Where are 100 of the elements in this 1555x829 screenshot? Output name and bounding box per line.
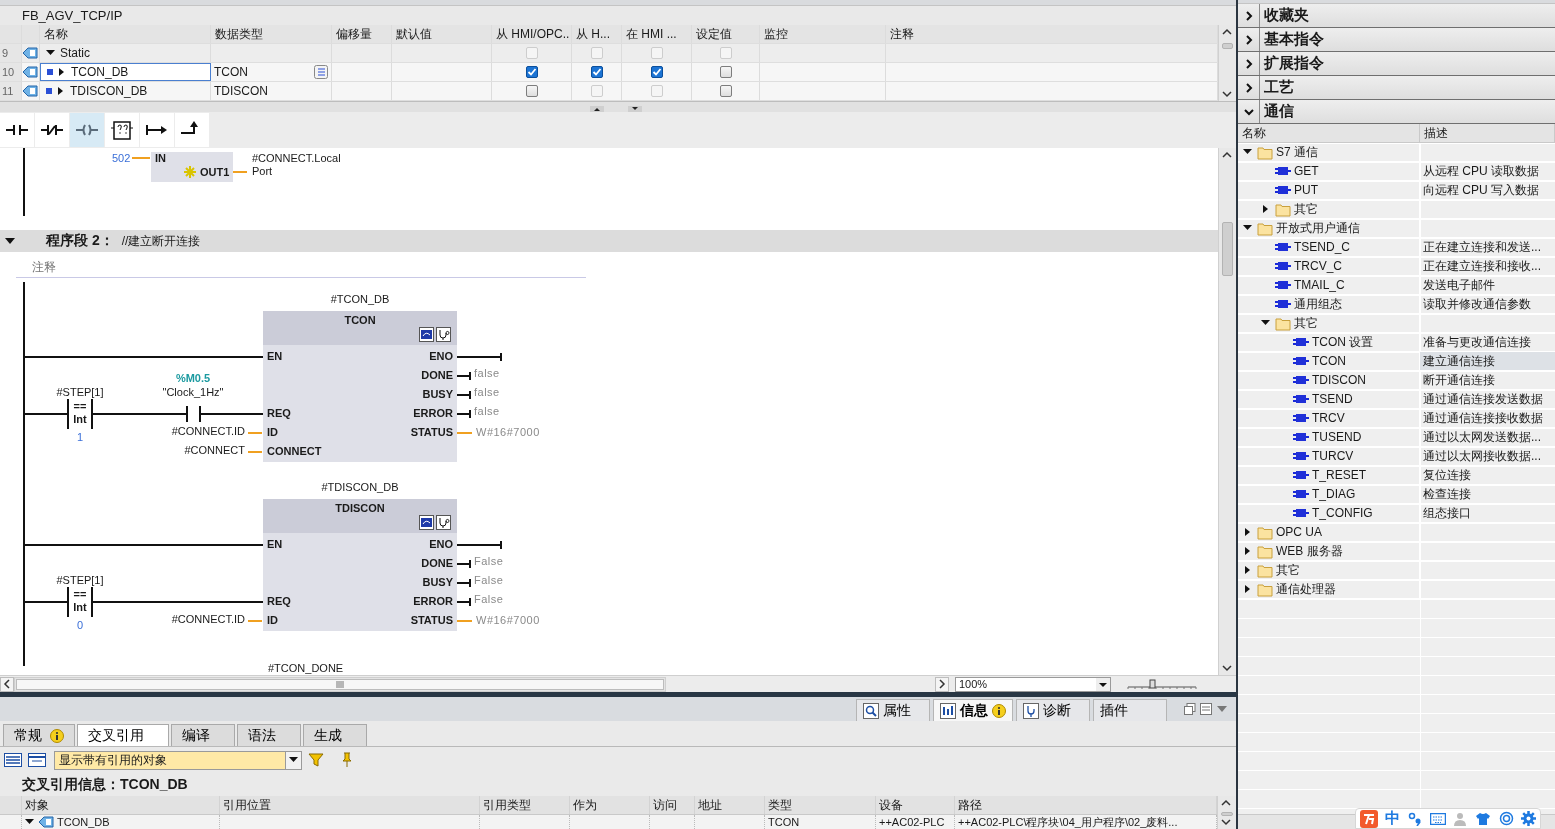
tree-row[interactable]: 开放式用户通信 — [1238, 219, 1555, 238]
column-header[interactable]: 描述 — [1420, 124, 1555, 142]
tree-row[interactable]: OPC UA — [1238, 523, 1555, 542]
column-header[interactable]: 名称 — [1238, 124, 1420, 142]
table-view-icon[interactable] — [28, 752, 46, 768]
tree-row[interactable]: T_DIAG 检查连接 — [1238, 485, 1555, 504]
column-header[interactable]: 数据类型 — [211, 25, 332, 43]
tree-row[interactable]: WEB 服务器 — [1238, 542, 1555, 561]
tree-row[interactable]: S7 通信 — [1238, 143, 1555, 162]
tree-row[interactable]: TMAIL_C 发送电子邮件 — [1238, 276, 1555, 295]
checkbox[interactable] — [650, 66, 663, 78]
function-block[interactable]: TDISCON EN REQ ID ENO DONE BUSY ERROR STATUS — [263, 499, 457, 631]
scrollbar-thumb[interactable] — [1222, 43, 1233, 49]
filter-dropdown[interactable]: 显示带有引用的对象 — [54, 750, 302, 770]
info-icon[interactable] — [940, 702, 956, 719]
collapse-arrow-icon[interactable] — [1261, 318, 1271, 328]
scrollbar-thumb[interactable] — [1221, 812, 1233, 816]
checkbox[interactable] — [719, 85, 732, 97]
keyboard-icon[interactable] — [1429, 812, 1446, 825]
palette-header[interactable]: 扩展指令 — [1238, 52, 1555, 76]
tree-row[interactable]: GET 从远程 CPU 读取数据 — [1238, 162, 1555, 181]
shirt-icon[interactable] — [1474, 811, 1491, 826]
column-header[interactable]: 访问 — [650, 796, 695, 814]
table-row[interactable]: TCON_DB TCON ++AC02-PLC ++AC02-PLC\程序块\04_用户程序\02_废料... — [0, 815, 1217, 829]
zoom-field[interactable]: 100% — [955, 676, 1111, 692]
tree-row[interactable]: TURCV 通过以太网接收数据... — [1238, 447, 1555, 466]
palette-header[interactable]: 通信 — [1238, 100, 1555, 124]
checkbox[interactable] — [590, 66, 603, 78]
column-header[interactable]: 引用类型 — [480, 796, 570, 814]
inspector-tab[interactable]: 信息 — [933, 699, 1013, 721]
restore-icon[interactable] — [1184, 703, 1196, 715]
tree-row[interactable]: 其它 — [1238, 314, 1555, 333]
stethoscope-icon[interactable] — [436, 327, 451, 342]
palette-header[interactable]: 收藏夹 — [1238, 4, 1555, 28]
checkbox[interactable] — [719, 66, 732, 78]
tab[interactable]: 生成 — [303, 724, 367, 746]
name-cell[interactable]: Static — [40, 44, 211, 62]
tree-row[interactable]: T_CONFIG 组态接口 — [1238, 504, 1555, 523]
settings-icon[interactable] — [1521, 811, 1537, 826]
tab[interactable]: 常规 — [3, 724, 75, 746]
column-header[interactable]: 监控 — [760, 25, 886, 43]
column-header[interactable]: 从 H... — [572, 25, 622, 43]
list-view-icon[interactable] — [4, 752, 22, 768]
checkbox[interactable] — [525, 85, 538, 97]
knot-icon[interactable] — [1498, 811, 1514, 826]
splitter-down-icon[interactable] — [628, 106, 642, 112]
tree-row[interactable]: TCON 建立通信连接 — [1238, 352, 1555, 371]
column-header[interactable]: 类型 — [765, 796, 876, 814]
tree-row[interactable]: TRCV_C 正在建立连接和接收... — [1238, 257, 1555, 276]
filter-icon[interactable] — [308, 752, 324, 768]
punctuation-icon[interactable] — [1408, 811, 1423, 826]
column-header[interactable]: 引用位置 — [220, 796, 480, 814]
pin-icon[interactable] — [340, 752, 354, 768]
scroll-left-button[interactable] — [0, 676, 14, 692]
column-header[interactable]: 设备 — [876, 796, 955, 814]
list-icon[interactable] — [314, 65, 328, 79]
palette-header[interactable]: 工艺 — [1238, 76, 1555, 100]
tree-row[interactable]: 其它 — [1238, 200, 1555, 219]
collapse-arrow-icon[interactable] — [1243, 147, 1253, 157]
scrollbar-thumb[interactable] — [1222, 222, 1233, 276]
inspector-tab[interactable]: 诊断 — [1016, 699, 1090, 721]
name-cell[interactable]: TCON_DB — [40, 63, 211, 81]
column-header[interactable]: 对象 — [22, 796, 220, 814]
network-header[interactable]: 程序段 2： //建立断开连接 — [0, 230, 1218, 252]
collapse-arrow-icon[interactable] — [25, 817, 35, 827]
collapse-arrow-icon[interactable] — [46, 48, 56, 58]
tree-row[interactable]: 其它 — [1238, 561, 1555, 580]
palette-header[interactable]: 基本指令 — [1238, 28, 1555, 52]
inspector-tab[interactable]: 插件 — [1093, 699, 1167, 721]
tab[interactable]: 语法 — [237, 724, 301, 746]
zoom-slider[interactable] — [1127, 678, 1197, 690]
ime-toolbar[interactable]: 中 — [1355, 808, 1541, 829]
tree-row[interactable]: TSEND 通过通信连接发送数据 — [1238, 390, 1555, 409]
magnifier-icon[interactable] — [863, 702, 879, 719]
column-header[interactable]: 从 HMI/OPC.. — [492, 25, 572, 43]
column-header[interactable]: 设定值 — [692, 25, 760, 43]
tab[interactable]: 交叉引用 — [77, 724, 169, 746]
function-block[interactable]: TCON EN REQ ID CONNECT ENO DONE BUSY ERROR STATUS — [263, 311, 457, 462]
tree-row[interactable]: 通用组态 读取并修改通信参数 — [1238, 295, 1555, 314]
vertical-scrollbar[interactable] — [1217, 796, 1236, 829]
block-icon[interactable] — [419, 327, 434, 342]
column-header[interactable]: 默认值 — [392, 25, 492, 43]
collapse-arrow-icon[interactable] — [1243, 223, 1253, 233]
vertical-scrollbar[interactable] — [1218, 25, 1236, 101]
tree-row[interactable]: TDISCON 断开通信连接 — [1238, 371, 1555, 390]
tree-row[interactable]: T_RESET 复位连接 — [1238, 466, 1555, 485]
column-header[interactable]: 地址 — [695, 796, 765, 814]
app-logo-icon[interactable] — [1359, 809, 1378, 828]
inspector-tab[interactable]: 属性 — [856, 699, 930, 721]
stethoscope-icon[interactable] — [1023, 702, 1039, 719]
scroll-right-button[interactable] — [935, 676, 949, 692]
column-header[interactable]: 作为 — [570, 796, 650, 814]
tree-row[interactable]: 通信处理器 — [1238, 580, 1555, 599]
tree-row[interactable]: TUSEND 通过以太网发送数据... — [1238, 428, 1555, 447]
name-cell[interactable]: TDISCON_DB — [40, 82, 211, 100]
column-header[interactable]: 偏移量 — [332, 25, 392, 43]
block-icon[interactable] — [419, 515, 434, 530]
collapse-arrow-icon[interactable] — [4, 236, 16, 246]
stethoscope-icon[interactable] — [436, 515, 451, 530]
layout-icon[interactable] — [1200, 703, 1212, 715]
